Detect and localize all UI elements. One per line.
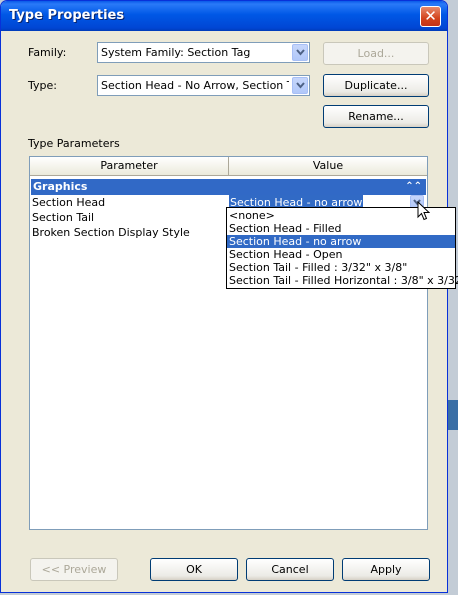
dropdown-option[interactable]: Section Tail - Filled Horizontal : 3/8" … bbox=[227, 274, 458, 287]
group-graphics[interactable]: Graphics ⌃⌃ bbox=[31, 179, 426, 195]
dropdown-option[interactable]: Section Head - Open bbox=[227, 248, 455, 261]
param-name: Section Tail bbox=[32, 211, 95, 224]
preview-button[interactable]: << Preview bbox=[30, 558, 118, 581]
chevron-down-icon[interactable] bbox=[292, 44, 308, 61]
duplicate-button[interactable]: Duplicate... bbox=[323, 74, 429, 97]
param-name: Section Head bbox=[32, 196, 106, 209]
apply-button[interactable]: Apply bbox=[342, 558, 430, 581]
dialog-title: Type Properties bbox=[9, 8, 125, 23]
dropdown-option[interactable]: Section Tail - Filled : 3/32" x 3/8" bbox=[227, 261, 455, 274]
cancel-button[interactable]: Cancel bbox=[246, 558, 334, 581]
param-name: Broken Section Display Style bbox=[32, 226, 190, 239]
collapse-icon[interactable]: ⌃⌃ bbox=[405, 179, 422, 194]
chevron-down-icon[interactable] bbox=[292, 77, 308, 94]
load-button[interactable]: Load... bbox=[323, 42, 429, 65]
column-header-parameter[interactable]: Parameter bbox=[30, 157, 229, 176]
background-app-strip bbox=[448, 400, 458, 430]
type-combo[interactable]: Section Head - No Arrow, Section Tail - bbox=[97, 75, 310, 96]
family-value: System Family: Section Tag bbox=[101, 46, 251, 59]
type-parameters-heading: Type Parameters bbox=[28, 137, 120, 150]
ok-button[interactable]: OK bbox=[150, 558, 238, 581]
title-bar[interactable]: Type Properties ✕ bbox=[1, 1, 447, 31]
rename-button[interactable]: Rename... bbox=[323, 105, 429, 128]
type-label: Type: bbox=[28, 79, 57, 92]
close-icon: ✕ bbox=[424, 7, 437, 25]
family-label: Family: bbox=[28, 46, 67, 59]
group-label: Graphics bbox=[33, 180, 88, 193]
type-properties-dialog: Type Properties ✕ Family: System Family:… bbox=[0, 0, 448, 593]
family-combo[interactable]: System Family: Section Tag bbox=[97, 42, 310, 63]
close-button[interactable]: ✕ bbox=[420, 6, 441, 27]
mouse-pointer-icon bbox=[417, 200, 431, 224]
column-header-value[interactable]: Value bbox=[229, 157, 427, 176]
dropdown-option-selected[interactable]: Section Head - no arrow bbox=[227, 235, 455, 248]
type-value: Section Head - No Arrow, Section Tail - bbox=[101, 79, 289, 92]
